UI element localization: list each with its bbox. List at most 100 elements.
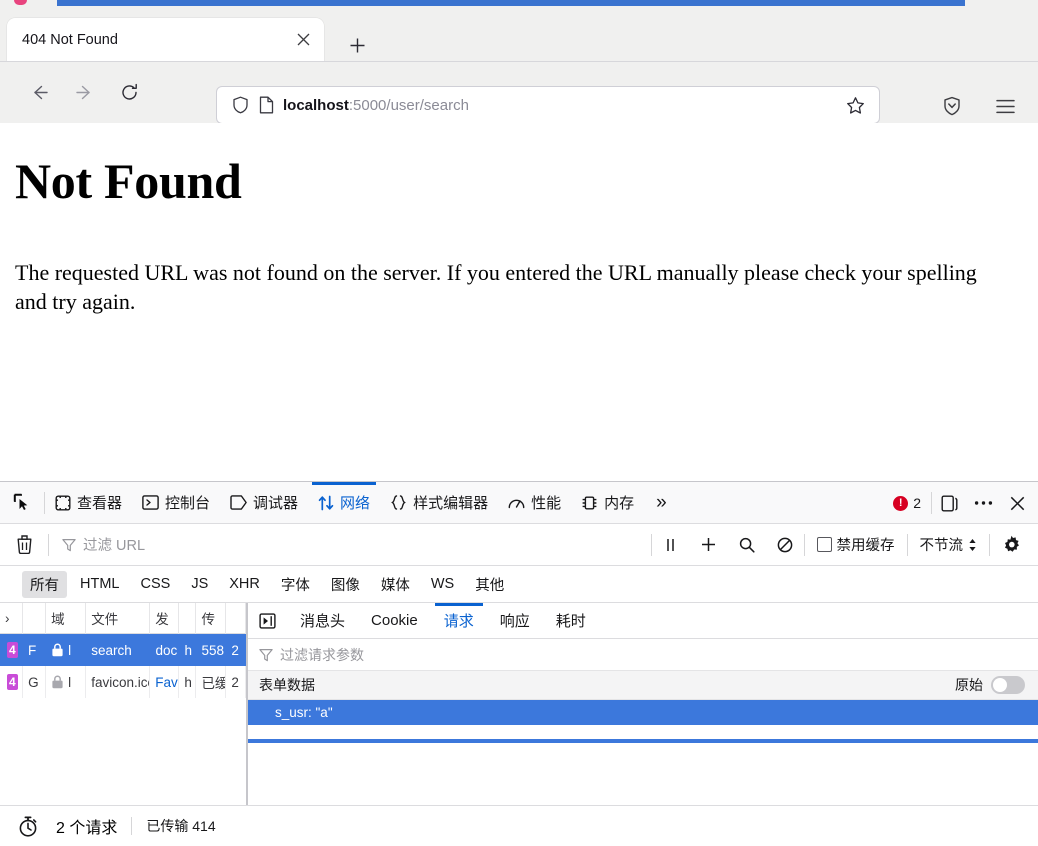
- tab-console[interactable]: 控制台: [132, 482, 220, 524]
- page-title: Not Found: [15, 153, 242, 209]
- column-size[interactable]: [226, 603, 246, 634]
- updown-chevron-icon: [968, 538, 977, 552]
- row-domain: l: [46, 666, 87, 698]
- tab-response[interactable]: 响应: [487, 603, 543, 638]
- list-item[interactable]: s_usr: "a": [247, 700, 1038, 725]
- table-row[interactable]: 4 G l favicon.ico Fav h 已缓 2: [0, 666, 246, 698]
- back-button[interactable]: [21, 74, 57, 110]
- toggle-switch[interactable]: [991, 676, 1025, 694]
- column-file[interactable]: 文件: [86, 603, 151, 634]
- tracking-protection-button[interactable]: [936, 90, 968, 122]
- reload-icon: [120, 83, 139, 102]
- request-count-label: 2 个请求: [56, 820, 118, 837]
- network-filter-toolbar: 过滤 URL 禁用缓存 不节流: [0, 524, 1038, 566]
- row-method: F: [28, 642, 37, 658]
- tab-headers[interactable]: 消息头: [287, 603, 358, 638]
- raw-toggle[interactable]: 原始: [955, 675, 1025, 695]
- disable-cache-checkbox[interactable]: 禁用缓存: [805, 534, 907, 555]
- resource-type-filters: 所有 HTML CSS JS XHR 字体 图像 媒体 WS 其他: [0, 566, 1038, 603]
- tab-style-editor[interactable]: 样式编辑器: [380, 482, 498, 524]
- more-options-icon[interactable]: [966, 486, 1000, 520]
- search-icon[interactable]: [728, 528, 766, 562]
- type-filter-other[interactable]: 其他: [467, 571, 512, 598]
- row-transferred: 已缓: [196, 666, 227, 698]
- tab-timings[interactable]: 耗时: [543, 603, 599, 638]
- error-icon: !: [893, 495, 909, 511]
- type-filter-html[interactable]: HTML: [72, 573, 127, 595]
- url-text[interactable]: localhost:5000/user/search: [279, 97, 841, 114]
- column-method[interactable]: [23, 603, 47, 634]
- filter-toolbar-actions: 禁用缓存 不节流: [650, 528, 1038, 562]
- element-picker-icon[interactable]: [0, 493, 44, 512]
- tab-network[interactable]: 网络: [308, 481, 380, 524]
- page-icon[interactable]: [253, 96, 279, 114]
- browser-tab[interactable]: 404 Not Found: [7, 18, 324, 61]
- tab-timings-label: 耗时: [555, 613, 586, 630]
- tab-request[interactable]: 请求: [431, 603, 487, 638]
- lock-icon: [51, 675, 64, 689]
- resend-icon[interactable]: [247, 603, 287, 638]
- tab-request-label: 请求: [443, 613, 474, 630]
- dock-icon[interactable]: [932, 486, 966, 520]
- tab-cookies-label: Cookie: [371, 612, 418, 629]
- type-filter-image[interactable]: 图像: [323, 571, 368, 598]
- param-text: s_usr: "a": [275, 705, 333, 720]
- url-bar[interactable]: localhost:5000/user/search: [216, 86, 880, 124]
- devtools-tabs-overflow-button[interactable]: »: [644, 492, 679, 514]
- column-type[interactable]: [179, 603, 197, 634]
- stopwatch-icon[interactable]: [0, 816, 56, 837]
- close-devtools-icon[interactable]: [1000, 486, 1034, 520]
- form-data-section-header: 表单数据 原始: [247, 671, 1038, 700]
- type-filter-js[interactable]: JS: [183, 573, 216, 595]
- type-filter-css[interactable]: CSS: [132, 573, 178, 595]
- request-params-filter-input[interactable]: 过滤请求参数: [247, 639, 1038, 671]
- url-filter-input[interactable]: 过滤 URL: [49, 534, 651, 555]
- tab-performance[interactable]: 性能: [498, 482, 571, 524]
- request-list: › 域 文件 发 传 4 F l search doc h 558 2 4 G …: [0, 603, 247, 809]
- row-domain-text: l: [68, 674, 72, 690]
- column-status[interactable]: ›: [0, 603, 24, 634]
- throttle-dropdown[interactable]: 不节流: [908, 534, 990, 555]
- row-file: favicon.ico: [86, 666, 151, 698]
- type-filter-xhr[interactable]: XHR: [221, 573, 268, 595]
- forward-button[interactable]: [66, 74, 102, 110]
- app-menu-button[interactable]: [989, 90, 1021, 122]
- star-icon[interactable]: [841, 96, 869, 115]
- arrow-right-icon: [75, 83, 94, 102]
- error-count-badge[interactable]: ! 2: [883, 495, 931, 511]
- column-initiator[interactable]: 发: [150, 603, 180, 634]
- arrow-left-icon: [30, 83, 49, 102]
- row-initiator[interactable]: Fav: [150, 666, 180, 698]
- tab-cookies[interactable]: Cookie: [358, 603, 431, 638]
- reload-button[interactable]: [111, 74, 147, 110]
- row-status: 4: [0, 666, 24, 698]
- block-icon[interactable]: [766, 528, 804, 562]
- column-transferred[interactable]: 传: [196, 603, 227, 634]
- table-row[interactable]: 4 F l search doc h 558 2: [0, 634, 246, 666]
- row-type: h: [179, 666, 197, 698]
- settings-gear-icon[interactable]: [990, 535, 1032, 554]
- clear-requests-icon[interactable]: [0, 535, 48, 554]
- type-filter-ws[interactable]: WS: [423, 573, 462, 595]
- pause-icon[interactable]: [652, 528, 690, 562]
- column-domain[interactable]: 域: [46, 603, 87, 634]
- devtools-panel: 查看器 控制台 调试器 网络 样式编辑器 性能 内存 » ! 2 过滤 URL …: [0, 481, 1038, 846]
- tab-memory[interactable]: 内存: [571, 482, 644, 524]
- checkbox-box-icon: [816, 537, 832, 552]
- new-request-icon[interactable]: [690, 528, 728, 562]
- close-icon[interactable]: [289, 26, 317, 54]
- request-list-header: › 域 文件 发 传: [0, 603, 246, 634]
- row-type: h: [184, 642, 193, 658]
- shield-icon[interactable]: [227, 96, 253, 114]
- shield-chevron-icon: [942, 96, 962, 117]
- error-count-label: 2: [913, 495, 921, 511]
- tab-debugger[interactable]: 调试器: [220, 482, 308, 524]
- type-filter-font[interactable]: 字体: [273, 571, 318, 598]
- panel-splitter[interactable]: [247, 603, 248, 809]
- type-filter-media[interactable]: 媒体: [373, 571, 418, 598]
- browser-chrome: 404 Not Found localhost:5000/user/search: [0, 7, 1038, 130]
- new-tab-button[interactable]: [341, 29, 373, 61]
- throttle-label: 不节流: [919, 538, 964, 554]
- type-filter-all[interactable]: 所有: [22, 570, 67, 598]
- tab-inspector[interactable]: 查看器: [45, 482, 132, 524]
